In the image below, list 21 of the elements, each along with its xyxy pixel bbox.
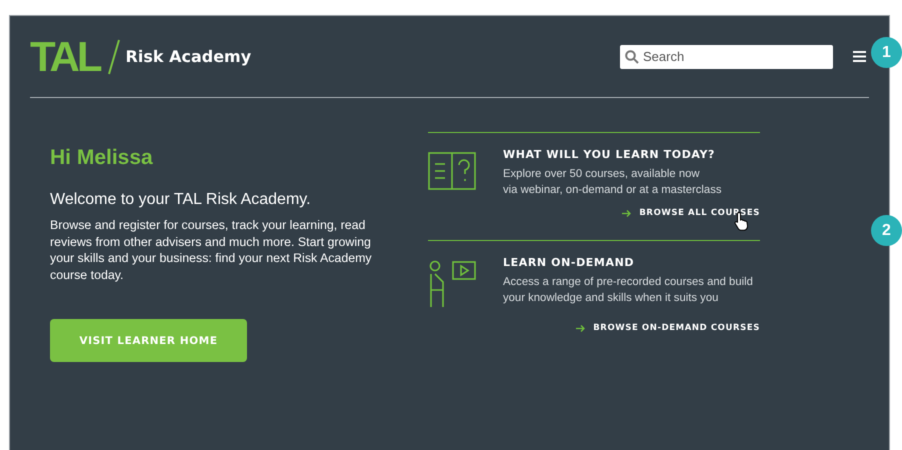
arrow-icon xyxy=(576,324,586,332)
annotation-badge: 2 xyxy=(871,215,902,246)
annotation-badge: 1 xyxy=(871,37,902,68)
browse-link[interactable]: BROWSE ALL COURSES xyxy=(639,208,760,218)
menu-icon[interactable] xyxy=(853,51,866,62)
search-icon xyxy=(625,50,639,64)
slash-icon xyxy=(108,38,120,74)
search-field[interactable]: Search xyxy=(620,44,833,68)
book-question-icon xyxy=(428,152,476,190)
card-description: Access a range of pre-recorded courses and build your knowledge and skills when it suits you xyxy=(503,275,754,306)
arrow-icon xyxy=(622,210,632,216)
card-heading: WHAT WILL YOU LEARN TODAY? xyxy=(503,148,716,161)
welcome-title: Welcome to your TAL Risk Academy. xyxy=(50,191,312,209)
browse-link[interactable]: BROWSE ON-DEMAND COURSES xyxy=(593,323,760,333)
logo-mark: TAL xyxy=(30,32,100,80)
card-description: Explore over 50 courses, available now via webinar, on-demand or at a masterclass xyxy=(503,167,723,198)
greeting: Hi Melissa xyxy=(50,146,154,170)
person-screen-icon xyxy=(428,260,478,308)
welcome-text: Browse and register for courses, track your learning, read reviews from other advisers and much more. Start growing your skills and your business: find your next Risk Academy course today. xyxy=(50,217,372,283)
site-name: Risk Academy xyxy=(126,47,252,66)
card-heading: LEARN ON-DEMAND xyxy=(503,256,636,269)
